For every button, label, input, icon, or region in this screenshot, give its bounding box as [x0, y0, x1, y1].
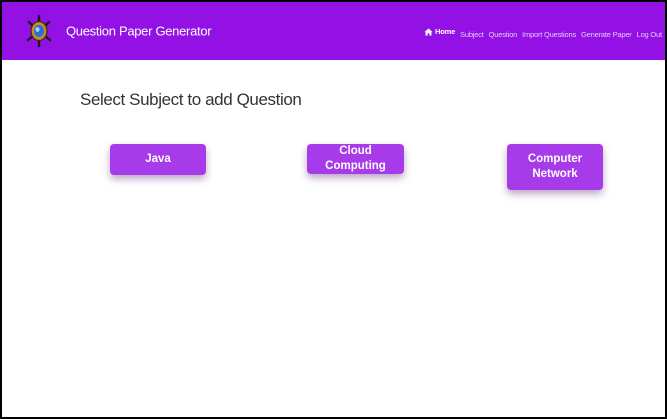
- subject-button-cloud-computing[interactable]: Cloud Computing: [307, 144, 404, 174]
- page-title: Select Subject to add Question: [80, 90, 302, 109]
- subject-button-label: Java: [145, 153, 171, 166]
- subject-button-computer-network[interactable]: Computer Network: [507, 144, 603, 190]
- home-icon: [424, 27, 433, 36]
- subject-button-label: Computer Network: [527, 153, 583, 180]
- brand-title[interactable]: Question Paper Generator: [66, 24, 212, 39]
- nav-item-log-out[interactable]: Log Out: [637, 30, 662, 39]
- nav-item-home-label: Home: [435, 27, 456, 36]
- nav-menu: Home Subject Question Import Questions G…: [424, 27, 665, 39]
- app-window: Question Paper Generator Home Subject Qu…: [0, 0, 667, 419]
- nav-item-subject[interactable]: Subject: [460, 30, 484, 39]
- nav-item-question[interactable]: Question: [489, 30, 518, 39]
- nav-item-home[interactable]: Home: [424, 27, 455, 36]
- subject-button-label: Cloud Computing: [325, 145, 386, 172]
- subject-button-java[interactable]: Java: [110, 144, 206, 175]
- nav-item-import-questions[interactable]: Import Questions: [522, 30, 576, 39]
- turtle-logo-icon[interactable]: [24, 14, 54, 48]
- nav-item-generate-paper[interactable]: Generate Paper: [581, 30, 632, 39]
- navbar: Question Paper Generator Home Subject Qu…: [2, 2, 665, 60]
